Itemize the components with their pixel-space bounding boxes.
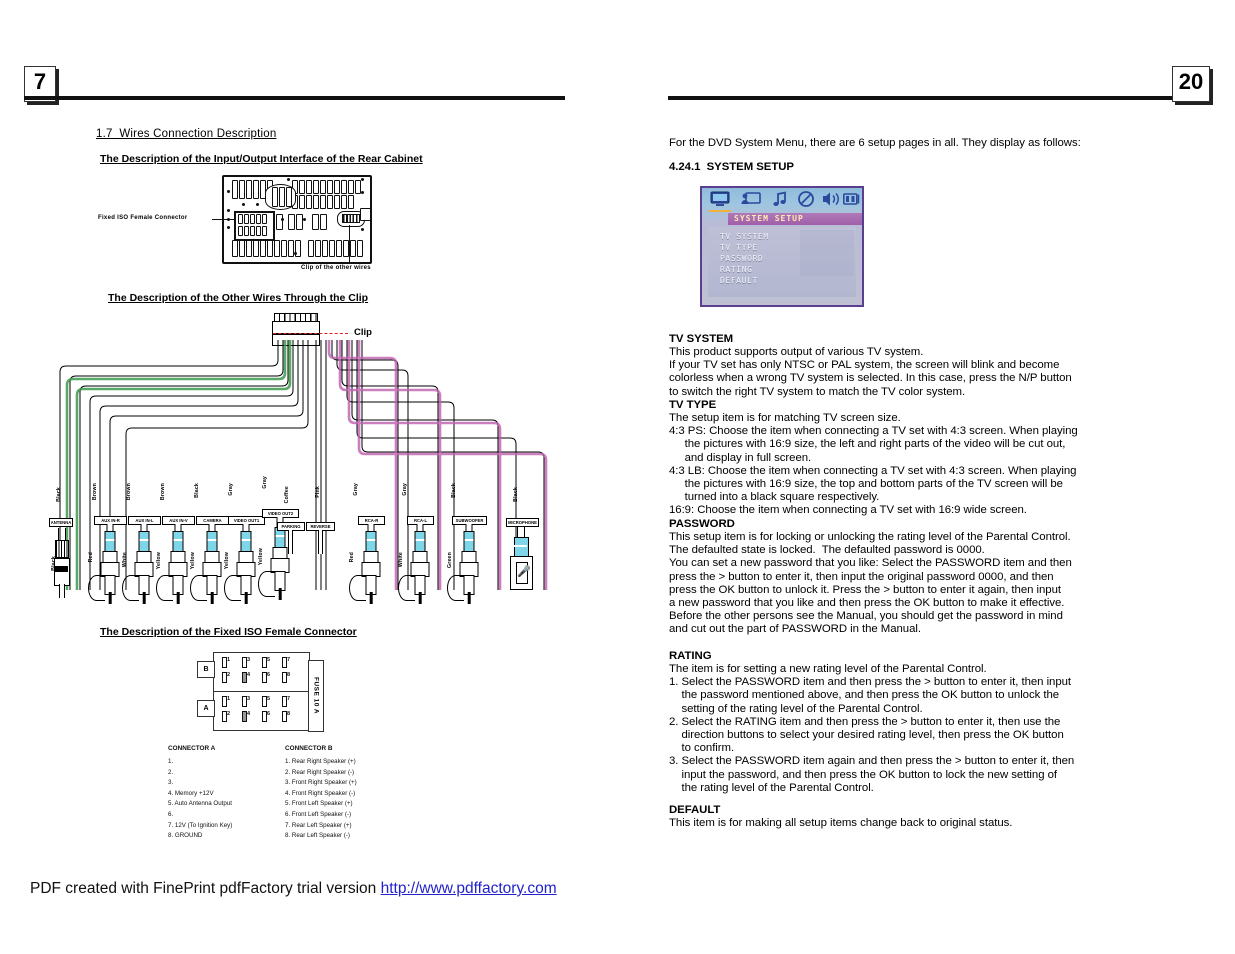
para-password: This setup item is for locking or unlock…: [669, 531, 1072, 636]
cabinet-clip-teeth: [342, 214, 360, 223]
heading-tv-type: TV TYPE: [669, 399, 717, 411]
subheading-rear-cabinet: The Description of the Input/Output Inte…: [100, 153, 423, 165]
wire-aux-in-r: Brown AUX IN-R Red: [88, 480, 127, 605]
connector-a-items: 1. 2. 3. 4. Memory +12V 5. Auto Antenna …: [168, 758, 233, 840]
leader-line-clip: [349, 225, 350, 263]
connector-b-items: 1. Rear Right Speaker (+) 2. Rear Right …: [285, 758, 357, 840]
osd-item-password[interactable]: PASSWORD: [720, 254, 763, 263]
iso-tab-b: B: [197, 661, 215, 678]
para-rating: The item is for setting a new rating lev…: [669, 663, 1075, 794]
intro-text: For the DVD System Menu, there are 6 set…: [669, 137, 1081, 149]
connector-b-title: CONNECTOR B: [285, 745, 333, 752]
connector-a-title: CONNECTOR A: [168, 745, 216, 752]
audio-note-icon[interactable]: [772, 191, 788, 212]
osd-title-bar: SYSTEM SETUP: [728, 213, 862, 225]
clip-label: Clip: [354, 327, 372, 338]
wire-rca-l: Gray RCA-L White: [398, 480, 434, 610]
para-tv-type: The setup item is for matching TV screen…: [669, 412, 1078, 517]
wire-aux-in-v: Brown AUX IN-V Yellow: [156, 480, 195, 605]
wire-subwoofer: Black SUBWOOFER Green: [447, 480, 487, 610]
microphone-icon: 🎤: [516, 562, 531, 584]
pdf-footer: PDF created with FinePrint pdfFactory tr…: [30, 880, 557, 898]
leader-line-iso: [212, 219, 234, 220]
osd-background-artifact: [800, 230, 854, 276]
speaker-icon[interactable]: [821, 191, 843, 212]
label-fixed-iso-female-connector: Fixed ISO Female Connector: [98, 215, 188, 221]
osd-screenshot: SYSTEM SETUP TV SYSTEM TV TYPE PASSWORD …: [700, 186, 864, 307]
para-tv-system: This product supports output of various …: [669, 346, 1072, 398]
left-header-rule: [24, 96, 565, 100]
manual-spread: 7 1.7 Wires Connection Description The D…: [0, 0, 1235, 954]
section-number-heading: 4.24.1 SYSTEM SETUP: [669, 161, 794, 173]
iso-female-connector-diagram: B A 1 3 5 7 2 4 6 8 1 3 5 7 2 4 6 8 FUSE…: [195, 650, 325, 735]
wire-video-out1: Gray VIDEO OUT1 Yellow: [224, 480, 265, 605]
subheading-iso-female: The Description of the Fixed ISO Female …: [100, 626, 357, 638]
monitor-icon[interactable]: [710, 191, 730, 212]
clip-centerline: [273, 333, 348, 334]
osd-icon-bar: [702, 188, 862, 210]
footer-text: PDF created with FinePrint pdfFactory tr…: [30, 880, 381, 897]
para-default: This item is for making all setup items …: [669, 817, 1013, 829]
heading-tv-system: TV SYSTEM: [669, 333, 734, 345]
disc-icon[interactable]: [798, 191, 814, 212]
osd-selected-tab-underline: [709, 210, 731, 212]
wire-rca-r: Gray RCA-R Red: [349, 480, 385, 610]
label-clip-of-other-wires: Clip of the other wires: [301, 265, 371, 271]
right-page-number: 20: [1172, 66, 1210, 102]
osd-item-tv-system[interactable]: TV SYSTEM: [720, 232, 769, 241]
osd-item-rating[interactable]: RATING: [720, 265, 753, 274]
osd-item-default[interactable]: DEFAULT: [720, 276, 758, 285]
iso-tab-a: A: [197, 700, 215, 717]
heading-default: DEFAULT: [669, 804, 721, 816]
fuse-label: FUSE 10 A: [308, 660, 324, 732]
footer-link[interactable]: http://www.pdffactory.com: [381, 880, 557, 897]
heading-rating: RATING: [669, 650, 712, 662]
section-heading: 1.7 Wires Connection Description: [96, 128, 277, 140]
video-setup-icon[interactable]: [741, 191, 761, 212]
subheading-other-wires: The Description of the Other Wires Throu…: [108, 292, 369, 304]
right-header-rule: [668, 96, 1209, 100]
wire-aux-in-l: Brown AUX IN-L White: [122, 480, 161, 605]
osd-item-tv-type[interactable]: TV TYPE: [720, 243, 758, 252]
wire-camera: Black CAMERA Yellow: [190, 480, 229, 605]
widescreen-icon[interactable]: [843, 191, 861, 212]
heading-password: PASSWORD: [669, 518, 735, 530]
